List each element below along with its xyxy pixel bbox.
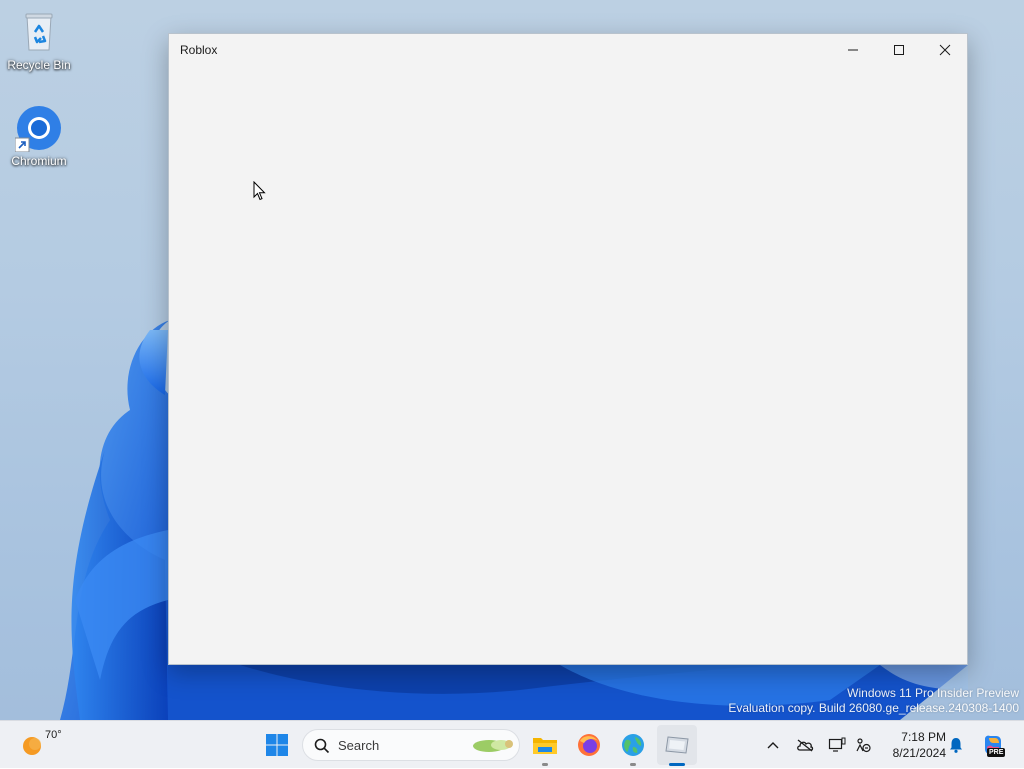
- taskbar-browser-beta[interactable]: [613, 721, 653, 769]
- bell-icon: [950, 738, 962, 753]
- firefox-icon: [578, 734, 600, 756]
- clock-time: 7:18 PM: [901, 730, 946, 744]
- copilot-button[interactable]: PRE: [978, 721, 1008, 769]
- search-placeholder: Search: [338, 738, 380, 753]
- chromium-icon: [14, 104, 63, 153]
- sun-icon: [23, 737, 41, 755]
- recycle-bin-shortcut[interactable]: Recycle Bin: [1, 8, 77, 72]
- tray-onedrive[interactable]: [793, 721, 817, 769]
- running-indicator: [630, 763, 636, 766]
- roblox-window[interactable]: Roblox: [168, 33, 968, 665]
- accessibility-icon: [856, 738, 871, 753]
- search-icon: [314, 738, 330, 754]
- notification-button[interactable]: [946, 721, 966, 769]
- maximize-icon: [894, 44, 904, 55]
- taskbar: 70° Search 7:18 PM 8/21/2024 PRE: [0, 720, 1024, 768]
- copilot-badge: PRE: [987, 748, 1006, 757]
- start-button[interactable]: [257, 721, 297, 769]
- folder-icon: [533, 738, 557, 754]
- clock[interactable]: 7:18 PM 8/21/2024: [878, 729, 946, 761]
- running-indicator: [542, 763, 548, 766]
- roblox-app-icon: [665, 736, 689, 754]
- display-icon: [828, 737, 846, 752]
- chromium-shortcut[interactable]: Chromium: [1, 104, 77, 168]
- taskbar-firefox[interactable]: [569, 721, 609, 769]
- minimize-icon: [848, 49, 858, 50]
- minimize-button[interactable]: [830, 34, 876, 65]
- taskbar-roblox[interactable]: [657, 725, 697, 766]
- search-box[interactable]: Search: [302, 729, 520, 761]
- window-titlebar[interactable]: Roblox: [169, 34, 967, 65]
- weather-widget[interactable]: 70°: [14, 721, 74, 769]
- watermark-build: Evaluation copy. Build 26080.ge_release.…: [728, 701, 1019, 715]
- maximize-button[interactable]: [876, 34, 922, 65]
- close-button[interactable]: [922, 34, 968, 65]
- mouse-cursor-icon: [253, 181, 266, 201]
- chevron-up-icon: [767, 742, 779, 749]
- close-icon: [939, 44, 951, 55]
- window-content-area[interactable]: [169, 65, 967, 664]
- tray-display[interactable]: [825, 721, 849, 769]
- weather-temp: 70°: [45, 729, 62, 741]
- active-indicator: [669, 763, 685, 766]
- onedrive-icon: [797, 739, 814, 752]
- chromium-label: Chromium: [11, 154, 67, 168]
- clock-date: 8/21/2024: [892, 746, 946, 760]
- recycle-bin-icon: [15, 8, 63, 56]
- taskbar-file-explorer[interactable]: [525, 721, 565, 769]
- windows-logo-icon: [266, 734, 288, 756]
- tray-accessibility[interactable]: [851, 721, 875, 769]
- globe-icon: [622, 734, 644, 756]
- window-title: Roblox: [180, 43, 218, 57]
- watermark-edition: Windows 11 Pro Insider Preview: [847, 686, 1019, 700]
- tray-overflow-button[interactable]: [762, 721, 784, 769]
- search-highlight-icon: [473, 740, 513, 752]
- recycle-bin-label: Recycle Bin: [7, 58, 71, 72]
